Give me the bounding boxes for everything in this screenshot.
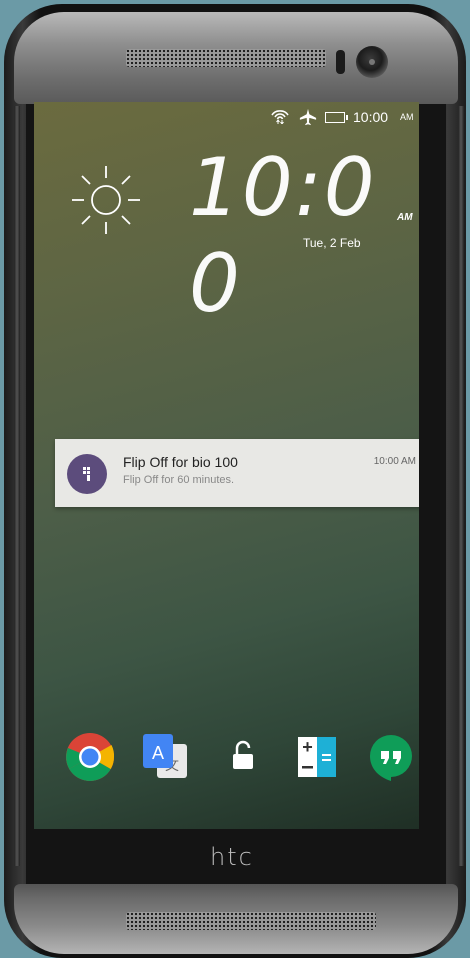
clock-digit: 0 (323, 141, 377, 234)
bottom-speaker (126, 912, 376, 930)
google-translate-icon[interactable]: 文 A (141, 732, 191, 782)
status-time: 10:00 (353, 109, 389, 125)
chrome-icon[interactable] (65, 732, 115, 782)
notification-title: Flip Off for bio 100 (123, 454, 238, 470)
notification-card[interactable]: Flip Off for bio 100 10:00 AM Flip Off f… (55, 439, 419, 507)
phone-frame-left (14, 106, 20, 866)
htc-logo: htc (210, 843, 254, 871)
calculator-icon[interactable]: + (292, 732, 342, 782)
clock-separator: : (294, 141, 324, 234)
front-camera (356, 46, 388, 78)
earpiece-speaker (126, 49, 326, 67)
clock-digit: 0 (241, 141, 295, 234)
clock-date: Tue, 2 Feb (303, 236, 361, 250)
svg-text:A: A (152, 743, 164, 763)
unlock-icon[interactable] (218, 732, 268, 782)
lock-screen: 10:00 AM 10:00 AM Tue, 2 Feb Flip Off fo… (34, 102, 419, 829)
flip-off-app-icon (67, 454, 107, 494)
sun-icon[interactable] (64, 158, 148, 242)
proximity-sensor (336, 50, 345, 74)
notification-body: Flip Off for 60 minutes. (123, 474, 235, 486)
airplane-mode-icon (299, 108, 317, 126)
status-ampm: AM (400, 112, 414, 122)
notification-time: 10:00 AM (373, 456, 416, 467)
bottom-speaker-grille (14, 884, 458, 954)
clock-digit: 0 (189, 237, 242, 330)
app-dock: 文 A + (34, 732, 419, 792)
status-bar: 10:00 AM (219, 102, 419, 132)
wifi-icon (271, 110, 289, 124)
phone-frame-right (458, 106, 464, 866)
battery-icon (325, 112, 348, 123)
top-speaker-grille (14, 12, 458, 104)
clock-ampm: AM (397, 212, 413, 223)
hangouts-icon[interactable] (366, 732, 416, 782)
clock-digit: 1 (189, 141, 242, 234)
svg-text:+: + (302, 737, 313, 757)
